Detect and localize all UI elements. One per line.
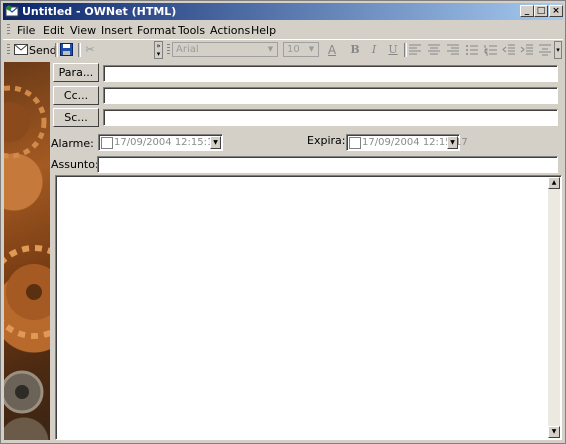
chevron-down-icon[interactable]: ▼ — [447, 136, 458, 149]
increase-indent-icon[interactable] — [520, 44, 534, 56]
cc-button[interactable]: Cc... — [53, 86, 99, 105]
scroll-down-icon[interactable]: ▼ — [548, 426, 560, 438]
chevron-down-icon[interactable]: ▼ — [306, 44, 317, 55]
chevron-down-icon[interactable]: ▼ — [210, 136, 221, 149]
decrease-indent-icon[interactable] — [502, 44, 516, 56]
scroll-up-icon[interactable]: ▲ — [548, 177, 560, 189]
font-size-value: 10 — [287, 44, 300, 55]
chevron-down-icon[interactable]: ▼ — [265, 44, 276, 55]
alarm-checkbox[interactable] — [101, 137, 113, 149]
decorative-gears-panel — [0, 62, 81, 440]
expires-label: Expira: — [307, 134, 346, 147]
bold-icon[interactable]: B — [348, 43, 362, 57]
menu-actions[interactable]: Actions — [210, 24, 250, 37]
window-title: Untitled - OWNet (HTML) — [22, 5, 177, 18]
format-toolbar-grip[interactable] — [167, 44, 170, 56]
toolbar: Send ✂ » ▾ Arial ▼ 10 ▼ A B I U ▾ — [3, 39, 563, 60]
to-field[interactable] — [103, 65, 558, 82]
menu-grip[interactable] — [7, 24, 10, 36]
menu-help[interactable]: Help — [251, 24, 276, 37]
title-bar[interactable]: Untitled - OWNet (HTML) _ □ × — [3, 3, 563, 20]
menu-format[interactable]: Format — [137, 24, 176, 37]
close-button[interactable]: × — [549, 5, 563, 17]
subject-label: Assunto: — [51, 158, 99, 171]
to-button[interactable]: Para... — [53, 63, 99, 82]
menu-view[interactable]: View — [70, 24, 96, 37]
gears-image — [0, 85, 81, 414]
body-scrollbar[interactable]: ▲ ▼ — [548, 177, 560, 438]
menu-file[interactable]: File — [17, 24, 35, 37]
font-name-combo[interactable]: Arial ▼ — [172, 42, 278, 57]
toolbar-overflow-chevron-icon[interactable]: » ▾ — [154, 41, 163, 59]
send-icon — [14, 44, 28, 55]
menu-insert[interactable]: Insert — [101, 24, 133, 37]
maximize-button[interactable]: □ — [534, 5, 548, 17]
horizontal-line-icon[interactable] — [538, 44, 552, 56]
numbered-list-icon[interactable] — [484, 44, 498, 56]
menu-edit[interactable]: Edit — [43, 24, 64, 37]
font-name-value: Arial — [176, 44, 199, 55]
align-left-icon[interactable] — [408, 44, 422, 56]
minimize-button[interactable]: _ — [520, 5, 534, 17]
toolbar-separator — [78, 43, 81, 57]
toolbar-separator — [404, 43, 407, 57]
app-window: Untitled - OWNet (HTML) _ □ × File Edit … — [0, 0, 566, 444]
underline-icon[interactable]: U — [386, 43, 400, 57]
expires-datepicker[interactable]: 17/09/2004 12:15:17 ▼ — [346, 134, 468, 151]
align-center-icon[interactable] — [427, 44, 441, 56]
app-icon — [5, 5, 19, 17]
cc-field[interactable] — [103, 87, 558, 104]
bcc-button[interactable]: Sc... — [53, 108, 99, 127]
alarm-label: Alarme: — [51, 137, 94, 150]
alarm-datepicker[interactable]: 17/09/2004 12:15:17 ▼ — [98, 134, 223, 151]
expires-checkbox[interactable] — [349, 137, 361, 149]
message-body[interactable]: ▲ ▼ — [55, 175, 562, 440]
menu-bar: File Edit View Insert Format Tools Actio… — [3, 21, 563, 39]
italic-icon[interactable]: I — [367, 43, 381, 57]
toolbar-separator — [55, 43, 58, 57]
alarm-value: 17/09/2004 12:15:17 — [114, 137, 220, 148]
subject-field[interactable] — [97, 156, 558, 173]
send-label: Send — [29, 44, 57, 57]
font-size-combo[interactable]: 10 ▼ — [283, 42, 319, 57]
cut-icon[interactable]: ✂ — [82, 43, 98, 57]
bcc-field[interactable] — [103, 109, 558, 126]
align-right-icon[interactable] — [446, 44, 460, 56]
menu-tools[interactable]: Tools — [178, 24, 205, 37]
format-overflow-chevron-icon[interactable]: ▾ — [554, 41, 562, 59]
font-color-icon[interactable]: A — [325, 43, 339, 57]
bullet-list-icon[interactable] — [465, 44, 479, 56]
toolbar-grip[interactable] — [7, 44, 10, 56]
save-icon[interactable] — [60, 43, 73, 56]
